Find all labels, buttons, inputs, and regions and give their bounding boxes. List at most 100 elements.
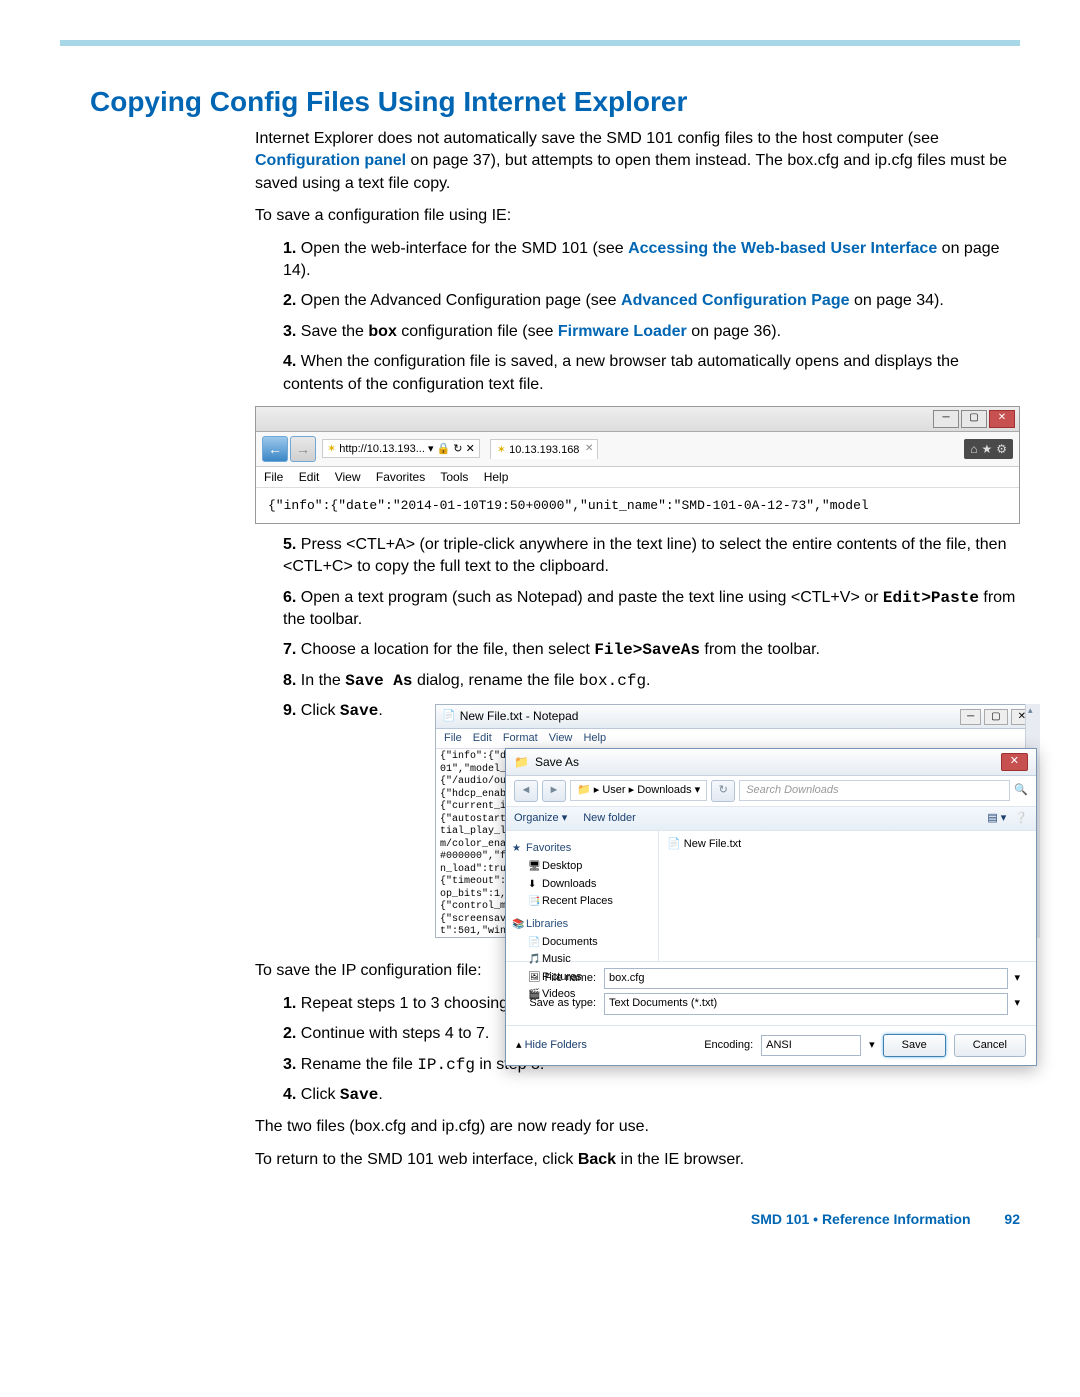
folder-icon: 📁 [514, 754, 529, 771]
minimize-button[interactable]: ─ [960, 709, 981, 725]
screenshot-ie-window: ─ ▢ ✕ ← → ✶ http://10.13.193... ▾ 🔒 ↻ ✕ … [255, 406, 1020, 524]
ie-page-content[interactable]: {"info":{"date":"2014-01-10T19:50+0000",… [256, 488, 1019, 523]
close-button[interactable]: ✕ [1001, 753, 1028, 770]
tree-libraries[interactable]: 📚Libraries [512, 917, 652, 932]
file-item[interactable]: 📄 New File.txt [667, 835, 1028, 854]
menu-edit[interactable]: Edit [299, 470, 320, 484]
mono-text: Save [340, 1086, 378, 1104]
text: . [378, 702, 382, 719]
browser-tab[interactable]: ✶ 10.13.193.168✕ [490, 439, 599, 459]
save-as-toolbar: Organize ▾ New folder ▤ ▾ ❔ [506, 807, 1036, 831]
text: Click [301, 702, 340, 719]
forward-button[interactable]: → [290, 436, 316, 462]
text: Continue with steps 4 to 7. [301, 1025, 490, 1042]
downloads-icon: ⬇ [528, 878, 540, 892]
refresh-button[interactable]: ↻ [711, 780, 735, 802]
tree-favorites[interactable]: ★Favorites [512, 841, 652, 856]
after-paragraph-3: To return to the SMD 101 web interface, … [255, 1149, 1020, 1171]
dropdown-icon[interactable]: ▾ [869, 1038, 875, 1053]
filename-input[interactable]: box.cfg [604, 968, 1008, 989]
link-adv-config[interactable]: Advanced Configuration Page [621, 292, 849, 309]
save-as-bottom-row: ▴ Hide Folders Encoding: ANSI ▾ Save Can… [506, 1025, 1036, 1065]
back-button[interactable]: ← [262, 436, 288, 462]
ie-menu-bar: File Edit View Favorites Tools Help [256, 467, 1019, 488]
tree-downloads[interactable]: ⬇Downloads [512, 876, 652, 893]
savetype-input[interactable]: Text Documents (*.txt) [604, 993, 1008, 1014]
text-bold: box [368, 323, 396, 340]
mono-text: File>SaveAs [594, 641, 700, 659]
file-name: New File.txt [684, 838, 741, 850]
music-icon: 🎵 [528, 953, 540, 967]
save-button[interactable]: Save [883, 1034, 946, 1057]
hide-folders-toggle[interactable]: ▴ Hide Folders [516, 1038, 587, 1053]
menu-help[interactable]: Help [583, 732, 606, 744]
desktop-icon: 🖥 [528, 860, 540, 874]
notepad-window-buttons: ─ ▢ ✕ [960, 709, 1033, 725]
minimize-button[interactable]: ─ [933, 410, 959, 428]
link-config-panel[interactable]: Configuration panel [255, 152, 406, 169]
menu-file[interactable]: File [264, 470, 283, 484]
text: Click [301, 1086, 340, 1103]
forward-button[interactable]: ► [542, 780, 566, 802]
screenshot-notepad-saveas: 📄 New File.txt - Notepad ─ ▢ ✕ File Edit [435, 704, 1040, 938]
savetype-label: Save as type: [516, 996, 604, 1011]
view-options-button[interactable]: ▤ ▾ [987, 811, 1006, 826]
star-icon: ★ [512, 842, 524, 856]
encoding-select[interactable]: ANSI [761, 1035, 861, 1056]
text: In the [301, 672, 345, 689]
new-folder-button[interactable]: New folder [583, 811, 636, 826]
breadcrumb[interactable]: 📁 ▸ User ▸ Downloads ▾ [570, 780, 707, 801]
address-bar[interactable]: ✶ http://10.13.193... ▾ 🔒 ↻ ✕ [322, 439, 480, 458]
dropdown-icon[interactable]: ▾ [1008, 996, 1026, 1011]
close-button[interactable]: ✕ [989, 410, 1015, 428]
link-firmware-loader[interactable]: Firmware Loader [558, 323, 687, 340]
back-button[interactable]: ◄ [514, 780, 538, 802]
section-heading: Copying Config Files Using Internet Expl… [90, 86, 1020, 118]
step-9: 9. Click Save. 📄 New File.txt - Notepad … [283, 700, 1020, 950]
maximize-button[interactable]: ▢ [984, 709, 1007, 725]
menu-view[interactable]: View [549, 732, 573, 744]
bold-text: Back [578, 1151, 616, 1168]
text: dialog, rename the file [413, 672, 579, 689]
cancel-button[interactable]: Cancel [954, 1034, 1026, 1057]
home-icon[interactable]: ⌂ [970, 442, 977, 456]
text: To return to the SMD 101 web interface, … [255, 1151, 578, 1168]
manual-page: Copying Config Files Using Internet Expl… [0, 0, 1080, 1277]
menu-edit[interactable]: Edit [473, 732, 492, 744]
mono-text: box.cfg [579, 672, 646, 690]
page-number: 92 [1004, 1211, 1020, 1227]
organize-button[interactable]: Organize ▾ [514, 811, 567, 826]
crumb-text: ▸ User ▸ Downloads [594, 784, 692, 796]
tree-recent[interactable]: 📑Recent Places [512, 893, 652, 910]
search-input[interactable]: Search Downloads [739, 780, 1010, 801]
step-3: 3. Save the box configuration file (see … [283, 321, 1020, 343]
maximize-button[interactable]: ▢ [961, 410, 987, 428]
favorites-icon[interactable]: ★ [981, 442, 992, 456]
dropdown-icon[interactable]: ▾ [1008, 971, 1026, 986]
tree-desktop[interactable]: 🖥Desktop [512, 858, 652, 875]
help-icon[interactable]: ❔ [1014, 811, 1028, 826]
menu-view[interactable]: View [335, 470, 361, 484]
text: Choose a location for the file, then sel… [301, 641, 595, 658]
text: on page 34). [850, 292, 944, 309]
tree-music[interactable]: 🎵Music [512, 951, 652, 968]
save-as-dialog: 📁 Save As ✕ ◄ ► 📁 ▸ User ▸ Downloads ▾ ↻… [505, 748, 1037, 1066]
file-list[interactable]: 📄 New File.txt [659, 831, 1036, 961]
link-web-interface[interactable]: Accessing the Web-based User Interface [628, 240, 937, 257]
menu-help[interactable]: Help [484, 470, 509, 484]
tools-icon[interactable]: ⚙ [996, 442, 1007, 456]
text: Repeat steps 1 to 3 choosing the [301, 995, 539, 1012]
text: on page 36). [687, 323, 781, 340]
menu-favorites[interactable]: Favorites [376, 470, 425, 484]
menu-file[interactable]: File [444, 732, 462, 744]
search-icon[interactable]: 🔍 [1014, 783, 1028, 798]
tab-close-icon[interactable]: ✕ [585, 443, 593, 454]
url-text: http://10.13.193... [339, 443, 425, 455]
step-4: 4. When the configuration file is saved,… [283, 351, 1020, 396]
menu-format[interactable]: Format [503, 732, 538, 744]
text: . [378, 1086, 382, 1103]
save-as-title-text: Save As [535, 754, 579, 771]
mono-text: Save [340, 702, 378, 720]
menu-tools[interactable]: Tools [440, 470, 468, 484]
tree-documents[interactable]: 📄Documents [512, 934, 652, 951]
